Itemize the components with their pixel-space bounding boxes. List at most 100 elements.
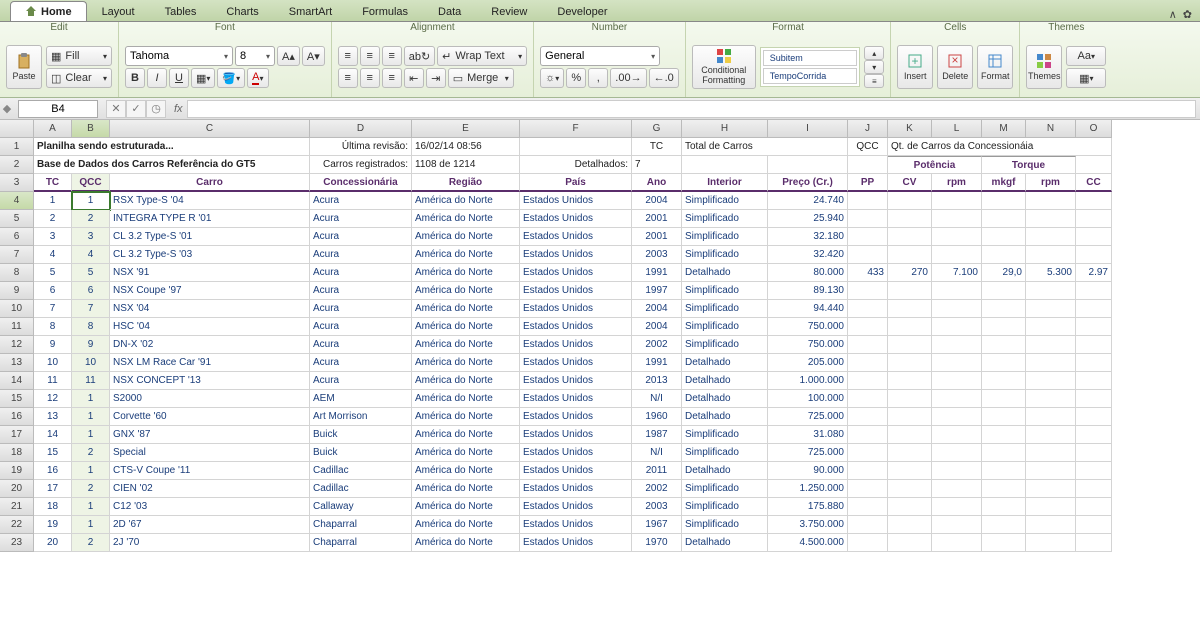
cell-rpm[interactable] (932, 498, 982, 516)
cell-rpm[interactable] (932, 534, 982, 552)
cell-cv[interactable] (888, 534, 932, 552)
cell-rpm2[interactable] (1026, 390, 1076, 408)
cell-pais[interactable]: Estados Unidos (520, 534, 632, 552)
cell-tc[interactable]: 14 (34, 426, 72, 444)
cell-ano[interactable]: 2004 (632, 318, 682, 336)
align-center-button[interactable]: ≡ (360, 68, 380, 88)
column-header-M[interactable]: M (982, 120, 1026, 138)
cell-mkgf[interactable] (982, 300, 1026, 318)
cell-interior[interactable]: Detalhado (682, 390, 768, 408)
cell-cv[interactable] (888, 516, 932, 534)
cell-mkgf[interactable]: 29,0 (982, 264, 1026, 282)
cell-preco[interactable]: 750.000 (768, 336, 848, 354)
cell-regiao[interactable]: América do Norte (412, 336, 520, 354)
row-header-11[interactable]: 11 (0, 318, 34, 336)
cell-rpm2[interactable] (1026, 228, 1076, 246)
cell-ano[interactable]: 2002 (632, 480, 682, 498)
styles-expand[interactable]: ≡ (864, 74, 884, 88)
cell-cc[interactable] (1076, 300, 1112, 318)
cell-carro[interactable]: INTEGRA TYPE R '01 (110, 210, 310, 228)
cell-mkgf[interactable] (982, 372, 1026, 390)
cell-pp[interactable] (848, 300, 888, 318)
wrap-text-button[interactable]: ↵Wrap Text▾ (437, 46, 527, 66)
cell-carro[interactable]: Special (110, 444, 310, 462)
col-hdr-rpm[interactable]: rpm (932, 174, 982, 192)
cell-qcc[interactable]: 2 (72, 480, 110, 498)
cell-interior[interactable]: Detalhado (682, 534, 768, 552)
cell-preco[interactable]: 24.740 (768, 192, 848, 210)
hdr-torque[interactable]: Torque (982, 156, 1076, 174)
tab-tables[interactable]: Tables (150, 2, 212, 21)
row-header-14[interactable]: 14 (0, 372, 34, 390)
cell-preco[interactable]: 3.750.000 (768, 516, 848, 534)
cell-rpm[interactable] (932, 246, 982, 264)
cell-preco[interactable]: 31.080 (768, 426, 848, 444)
cell-rpm2[interactable] (1026, 516, 1076, 534)
cell-interior[interactable]: Simplificado (682, 336, 768, 354)
cell-qcc[interactable]: 3 (72, 228, 110, 246)
fx-label[interactable]: fx (174, 103, 183, 115)
cell-pp[interactable] (848, 444, 888, 462)
column-header-J[interactable]: J (848, 120, 888, 138)
cell-pp[interactable] (848, 228, 888, 246)
cell-preco[interactable]: 94.440 (768, 300, 848, 318)
cell-cv[interactable] (888, 192, 932, 210)
cell-conc[interactable]: Acura (310, 282, 412, 300)
styles-scroll-up[interactable]: ▴ (864, 46, 884, 60)
value-last-rev[interactable]: 16/02/14 08:56 (412, 138, 520, 156)
cell-rpm2[interactable] (1026, 246, 1076, 264)
cell-tc[interactable]: 10 (34, 354, 72, 372)
align-left-button[interactable]: ≡ (338, 68, 358, 88)
font-name-select[interactable]: Tahoma▾ (125, 46, 233, 66)
cell-interior[interactable]: Detalhado (682, 354, 768, 372)
cell-rpm2[interactable] (1026, 318, 1076, 336)
column-header-B[interactable]: B (72, 120, 110, 138)
increase-font-button[interactable]: A▴ (277, 46, 300, 66)
cell-rpm2[interactable] (1026, 372, 1076, 390)
format-cells-button[interactable]: Format (977, 45, 1013, 89)
cell-ano[interactable]: 1991 (632, 264, 682, 282)
cell-preco[interactable]: 32.180 (768, 228, 848, 246)
theme-colors-button[interactable]: ▦▾ (1066, 68, 1106, 88)
paste-button[interactable]: Paste (6, 45, 42, 89)
column-header-K[interactable]: K (888, 120, 932, 138)
cell-conc[interactable]: Acura (310, 192, 412, 210)
underline-button[interactable]: U (169, 68, 189, 88)
cell-rpm2[interactable] (1026, 426, 1076, 444)
cell-interior[interactable]: Detalhado (682, 372, 768, 390)
cell-rpm[interactable] (932, 282, 982, 300)
cell-ano[interactable]: 1970 (632, 534, 682, 552)
row-header-2[interactable]: 2 (0, 156, 34, 174)
cell-pp[interactable] (848, 426, 888, 444)
font-color-button[interactable]: A▾ (247, 68, 268, 88)
sheet-nav-icon[interactable]: ◆ (0, 102, 14, 115)
cell-regiao[interactable]: América do Norte (412, 300, 520, 318)
col-hdr-carro[interactable]: Carro (110, 174, 310, 192)
cell-pp[interactable] (848, 318, 888, 336)
tab-developer[interactable]: Developer (542, 2, 622, 21)
cell-rpm2[interactable] (1026, 192, 1076, 210)
cell-carro[interactable]: 2J '70 (110, 534, 310, 552)
cell-conc[interactable]: Acura (310, 372, 412, 390)
cell-preco[interactable]: 1.250.000 (768, 480, 848, 498)
cell-ano[interactable]: 2002 (632, 336, 682, 354)
cell-interior[interactable]: Simplificado (682, 246, 768, 264)
cell-pais[interactable]: Estados Unidos (520, 336, 632, 354)
cell-ano[interactable]: 1987 (632, 426, 682, 444)
cell[interactable] (520, 138, 632, 156)
bold-button[interactable]: B (125, 68, 145, 88)
row-header-9[interactable]: 9 (0, 282, 34, 300)
cell-tc[interactable]: 1 (34, 192, 72, 210)
col-hdr-qcc[interactable]: QCC (72, 174, 110, 192)
column-header-D[interactable]: D (310, 120, 412, 138)
cell-rpm2[interactable] (1026, 480, 1076, 498)
themes-button[interactable]: Themes (1026, 45, 1062, 89)
cell-conc[interactable]: Acura (310, 318, 412, 336)
cell-preco[interactable]: 725.000 (768, 444, 848, 462)
col-hdr-pais[interactable]: País (520, 174, 632, 192)
align-middle-button[interactable]: ≡ (360, 46, 380, 66)
cell-pais[interactable]: Estados Unidos (520, 408, 632, 426)
cell-rpm[interactable] (932, 444, 982, 462)
cell-regiao[interactable]: América do Norte (412, 372, 520, 390)
cell-conc[interactable]: Acura (310, 228, 412, 246)
